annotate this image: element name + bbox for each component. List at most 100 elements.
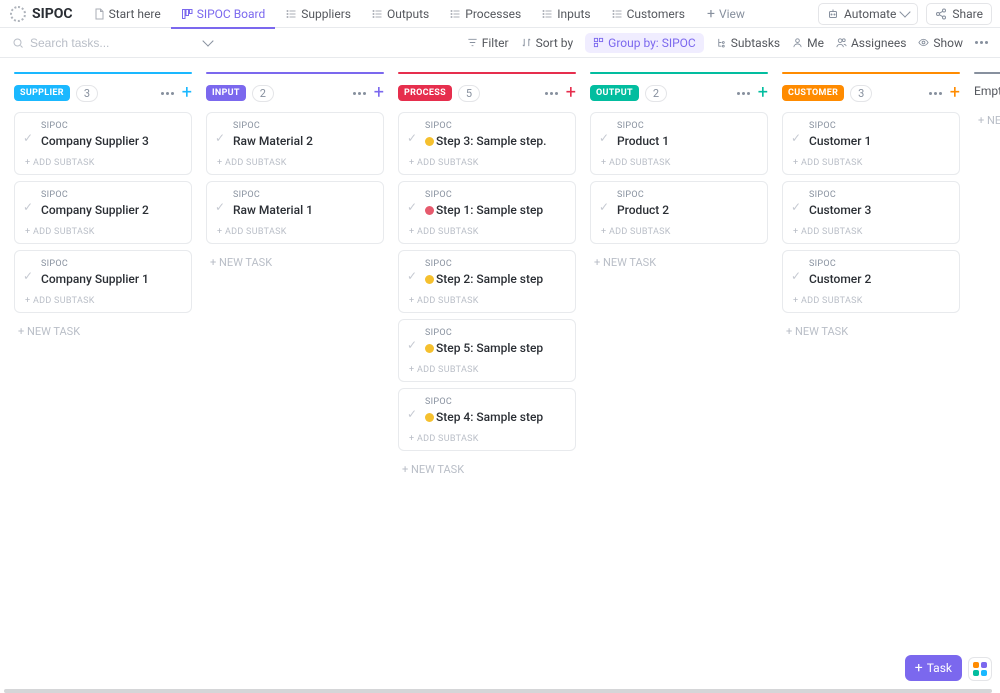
chevron-down-icon[interactable] <box>202 35 213 46</box>
task-card[interactable]: SIPOCCompany Supplier 2+ ADD SUBTASK <box>14 181 192 244</box>
tab-label: Outputs <box>387 7 429 21</box>
add-card-button[interactable]: + <box>566 84 576 102</box>
filter-button[interactable]: Filter <box>467 36 509 50</box>
column-badge[interactable]: PROCESS <box>398 85 452 101</box>
new-task-button[interactable]: + NEW TASK <box>782 319 960 344</box>
card-title: Product 2 <box>617 203 757 217</box>
new-task-button[interactable]: + NEW TASK <box>206 250 384 275</box>
check-icon[interactable] <box>215 135 229 145</box>
tab-start-here[interactable]: Start here <box>83 0 171 28</box>
check-icon[interactable] <box>407 273 421 283</box>
add-subtask-button[interactable]: + ADD SUBTASK <box>409 365 565 375</box>
task-card[interactable]: SIPOCStep 4: Sample step+ ADD SUBTASK <box>398 388 576 451</box>
card-breadcrumb: SIPOC <box>425 190 565 200</box>
add-subtask-button[interactable]: + ADD SUBTASK <box>25 158 181 168</box>
check-icon[interactable] <box>407 135 421 145</box>
new-task-button[interactable]: + NEW TASK <box>590 250 768 275</box>
add-card-button[interactable]: + <box>758 84 768 102</box>
add-subtask-button[interactable]: + ADD SUBTASK <box>601 158 757 168</box>
add-card-button[interactable]: + <box>374 84 384 102</box>
task-card[interactable]: SIPOCProduct 1+ ADD SUBTASK <box>590 112 768 175</box>
tab-sipoc-board[interactable]: SIPOC Board <box>171 0 276 28</box>
task-card[interactable]: SIPOCStep 3: Sample step.+ ADD SUBTASK <box>398 112 576 175</box>
task-card[interactable]: SIPOCStep 1: Sample step+ ADD SUBTASK <box>398 181 576 244</box>
column-badge[interactable]: OUTPUT <box>590 85 639 101</box>
task-card[interactable]: SIPOCRaw Material 2+ ADD SUBTASK <box>206 112 384 175</box>
task-card[interactable]: SIPOCRaw Material 1+ ADD SUBTASK <box>206 181 384 244</box>
check-icon[interactable] <box>791 204 805 214</box>
task-card[interactable]: SIPOCCustomer 3+ ADD SUBTASK <box>782 181 960 244</box>
apps-fab[interactable] <box>968 657 992 681</box>
check-icon[interactable] <box>23 273 37 283</box>
horizontal-scrollbar[interactable] <box>4 689 992 693</box>
task-card[interactable]: SIPOCCompany Supplier 3+ ADD SUBTASK <box>14 112 192 175</box>
new-task-button[interactable]: + NEW TASK <box>14 319 192 344</box>
add-subtask-button[interactable]: + ADD SUBTASK <box>409 434 565 444</box>
add-subtask-button[interactable]: + ADD SUBTASK <box>409 227 565 237</box>
search-input[interactable] <box>30 36 150 50</box>
tab-outputs[interactable]: Outputs <box>361 0 439 28</box>
tab-customers[interactable]: Customers <box>601 0 695 28</box>
task-fab-label: Task <box>927 661 952 675</box>
tab-inputs[interactable]: Inputs <box>531 0 600 28</box>
space-header[interactable]: SIPOC <box>8 4 81 24</box>
add-subtask-button[interactable]: + ADD SUBTASK <box>409 158 565 168</box>
automate-button[interactable]: Automate <box>818 3 918 25</box>
task-card[interactable]: SIPOCProduct 2+ ADD SUBTASK <box>590 181 768 244</box>
group-button[interactable]: Group by: SIPOC <box>585 33 704 53</box>
add-subtask-button[interactable]: + ADD SUBTASK <box>793 158 949 168</box>
check-icon[interactable] <box>407 204 421 214</box>
share-button[interactable]: Share <box>926 3 992 25</box>
tab-label: Customers <box>627 7 685 21</box>
add-subtask-button[interactable]: + ADD SUBTASK <box>409 296 565 306</box>
add-card-button[interactable]: + <box>182 84 192 102</box>
more-icon[interactable] <box>929 92 942 95</box>
automate-label: Automate <box>844 7 896 21</box>
check-icon[interactable] <box>599 135 613 145</box>
check-icon[interactable] <box>23 204 37 214</box>
new-task-fab[interactable]: + Task <box>905 655 962 681</box>
more-icon[interactable] <box>161 92 174 95</box>
tab-processes[interactable]: Processes <box>439 0 531 28</box>
check-icon[interactable] <box>599 204 613 214</box>
toolbar-right: Filter Sort by Group by: SIPOC Subtasks … <box>467 33 988 53</box>
assignees-button[interactable]: Assignees <box>836 36 906 50</box>
add-subtask-button[interactable]: + ADD SUBTASK <box>793 296 949 306</box>
add-card-button[interactable]: + <box>950 84 960 102</box>
task-card[interactable]: SIPOCCustomer 2+ ADD SUBTASK <box>782 250 960 313</box>
add-subtask-button[interactable]: + ADD SUBTASK <box>793 227 949 237</box>
column-badge[interactable]: INPUT <box>206 85 246 101</box>
check-icon[interactable] <box>791 135 805 145</box>
check-icon[interactable] <box>407 342 421 352</box>
more-icon[interactable] <box>353 92 366 95</box>
check-icon[interactable] <box>407 411 421 421</box>
column-input: INPUT2+SIPOCRaw Material 2+ ADD SUBTASKS… <box>206 72 384 681</box>
subtasks-button[interactable]: Subtasks <box>716 36 780 50</box>
task-card[interactable]: SIPOCStep 5: Sample step+ ADD SUBTASK <box>398 319 576 382</box>
sort-button[interactable]: Sort by <box>521 36 574 50</box>
check-icon[interactable] <box>791 273 805 283</box>
task-card[interactable]: SIPOCStep 2: Sample step+ ADD SUBTASK <box>398 250 576 313</box>
add-view-button[interactable]: + View <box>697 6 755 22</box>
task-card[interactable]: SIPOCCompany Supplier 1+ ADD SUBTASK <box>14 250 192 313</box>
add-subtask-button[interactable]: + ADD SUBTASK <box>217 158 373 168</box>
add-subtask-button[interactable]: + ADD SUBTASK <box>217 227 373 237</box>
check-icon[interactable] <box>23 135 37 145</box>
new-task-button[interactable]: + NEW TASK <box>398 457 576 482</box>
check-icon[interactable] <box>215 204 229 214</box>
column-badge[interactable]: SUPPLIER <box>14 85 70 101</box>
more-icon[interactable] <box>545 92 558 95</box>
show-button[interactable]: Show <box>918 36 963 50</box>
add-subtask-button[interactable]: + ADD SUBTASK <box>25 296 181 306</box>
card-breadcrumb: SIPOC <box>617 121 757 131</box>
add-subtask-button[interactable]: + ADD SUBTASK <box>25 227 181 237</box>
more-icon[interactable] <box>737 92 750 95</box>
new-task-button[interactable]: + NE <box>974 108 1000 133</box>
me-button[interactable]: Me <box>792 36 824 50</box>
add-subtask-button[interactable]: + ADD SUBTASK <box>601 227 757 237</box>
column-badge[interactable]: CUSTOMER <box>782 85 844 101</box>
tab-suppliers[interactable]: Suppliers <box>275 0 361 28</box>
more-icon[interactable] <box>975 41 988 44</box>
task-card[interactable]: SIPOCCustomer 1+ ADD SUBTASK <box>782 112 960 175</box>
card-title-text: Product 2 <box>617 203 669 217</box>
